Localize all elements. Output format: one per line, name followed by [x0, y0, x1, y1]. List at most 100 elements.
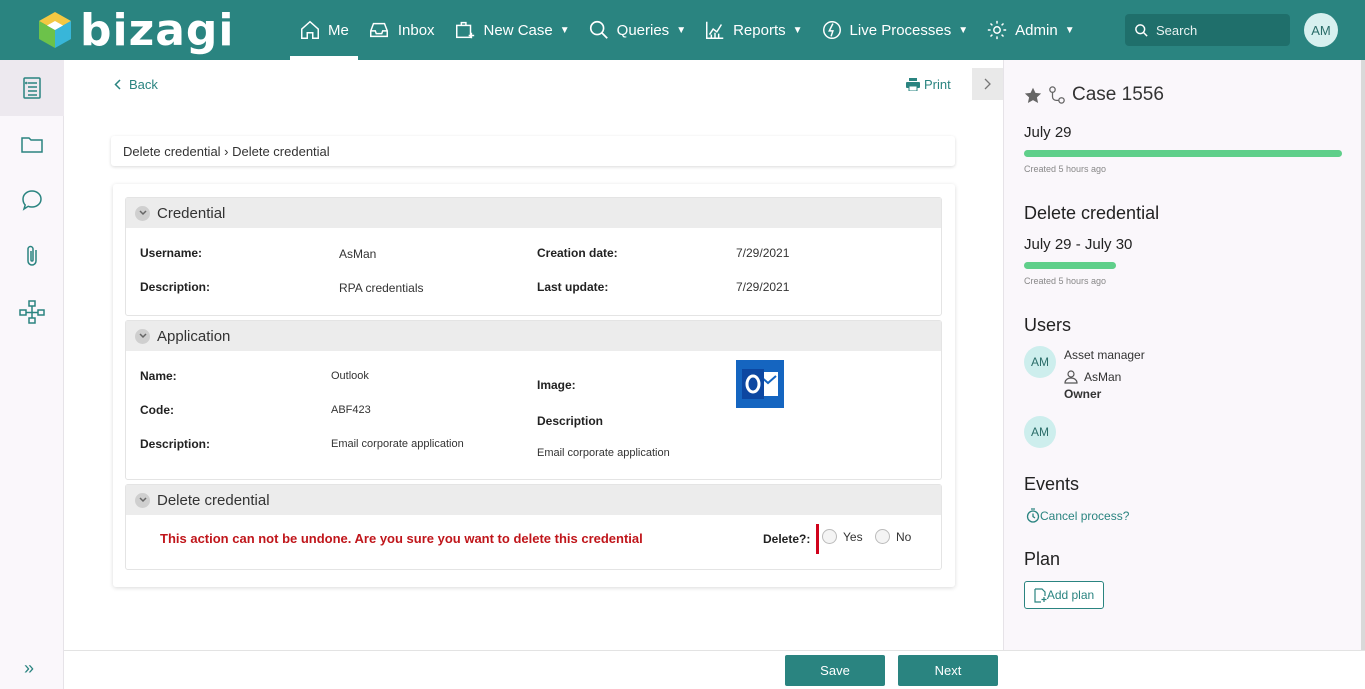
- chevron-down-icon: ▼: [792, 24, 803, 36]
- cancel-process-label: Cancel process?: [1040, 508, 1130, 523]
- chevron-down-icon: [135, 492, 150, 508]
- nav-queries[interactable]: Queries ▼: [579, 0, 695, 60]
- plan-title: Plan: [1024, 549, 1061, 569]
- next-button[interactable]: Next: [898, 655, 998, 686]
- users-title: Users: [1024, 315, 1072, 335]
- process-map-icon: [19, 300, 45, 324]
- credential-group-header[interactable]: Credential: [126, 198, 941, 228]
- new-case-icon: [455, 21, 474, 39]
- case-progress-bar: [1024, 150, 1342, 157]
- printer-icon: [906, 78, 920, 91]
- paperclip-icon: [27, 245, 37, 266]
- case-created: Created 5 hours ago: [1024, 164, 1107, 174]
- form-container: Credential Username: AsMan Creation date…: [113, 184, 955, 587]
- home-icon: [301, 20, 319, 39]
- app-code-label: Code:: [140, 403, 174, 417]
- cancel-process-link[interactable]: Cancel process?: [1026, 508, 1129, 523]
- credential-group-title: Credential: [157, 204, 226, 222]
- radio-no-circle[interactable]: [875, 529, 890, 544]
- breadcrumb: Delete credential › Delete credential: [111, 136, 955, 166]
- radio-no-label: No: [896, 529, 912, 544]
- user-name-row: AsMan: [1064, 370, 1121, 384]
- user-role: Asset manager: [1064, 348, 1145, 362]
- delete-credential-group: Delete credential This action can not be…: [125, 484, 942, 570]
- rail-item-comments[interactable]: [0, 172, 64, 228]
- process-icon: [1049, 86, 1065, 104]
- nav-me[interactable]: Me: [290, 0, 358, 60]
- app-description-value: Email corporate application: [331, 438, 464, 450]
- form-icon: [23, 77, 41, 99]
- delete-group-title: Delete credential: [157, 491, 270, 509]
- timer-icon: [1026, 508, 1040, 523]
- collapse-panel-button[interactable]: [972, 68, 1003, 100]
- print-link[interactable]: Print: [906, 77, 951, 92]
- radio-yes-label: Yes: [843, 529, 863, 544]
- nav-inbox[interactable]: Inbox: [358, 0, 444, 60]
- app-name-label: Name:: [140, 369, 177, 383]
- nav-live-processes[interactable]: Live Processes ▼: [812, 0, 978, 60]
- user-avatar[interactable]: AM: [1024, 416, 1056, 448]
- nav-inbox-label: Inbox: [397, 21, 435, 39]
- logo-text: bizagi: [80, 4, 235, 56]
- search-box[interactable]: [1125, 14, 1290, 46]
- outlook-logo-icon: [736, 360, 784, 408]
- radio-no[interactable]: No: [875, 529, 911, 544]
- main-content: Back Print Delete credential › Delete cr…: [64, 60, 1003, 650]
- username-label: Username:: [140, 246, 203, 260]
- bottom-bar: Save Next: [64, 650, 1365, 689]
- radio-yes-circle[interactable]: [822, 529, 837, 544]
- application-group-header[interactable]: Application: [126, 321, 941, 351]
- nav-queries-label: Queries: [616, 21, 670, 39]
- chevron-down-icon: [135, 205, 150, 221]
- task-title: Delete credential: [1024, 203, 1160, 223]
- bizagi-logo[interactable]: bizagi: [38, 4, 234, 56]
- save-button[interactable]: Save: [785, 655, 885, 686]
- nav-new-case[interactable]: New Case ▼: [444, 0, 579, 60]
- application-group: Application Name: Outlook Code: ABF423 D…: [125, 320, 942, 480]
- creation-date-label: Creation date:: [537, 246, 618, 260]
- credential-group: Credential Username: AsMan Creation date…: [125, 197, 942, 316]
- task-created: Created 5 hours ago: [1024, 276, 1107, 286]
- delete-group-header[interactable]: Delete credential: [126, 485, 941, 515]
- delete-question-label: Delete?:: [763, 532, 811, 546]
- description-label: Description:: [140, 280, 211, 294]
- case-date: July 29: [1024, 124, 1072, 141]
- last-update-value: 7/29/2021: [736, 280, 790, 294]
- panel-scrollbar[interactable]: [1361, 60, 1365, 650]
- app-description2-label: Description: [537, 414, 604, 428]
- delete-warning: This action can not be undone. Are you s…: [160, 531, 643, 546]
- add-plan-label: Add plan: [1046, 588, 1095, 602]
- user-avatar[interactable]: AM: [1024, 346, 1056, 378]
- chevron-down-icon: ▼: [676, 24, 687, 36]
- user-avatar[interactable]: AM: [1304, 13, 1338, 47]
- search-input[interactable]: [1156, 22, 1276, 38]
- inbox-icon: [369, 22, 388, 38]
- task-progress-bar: [1024, 262, 1116, 269]
- rail-item-process-map[interactable]: [0, 284, 64, 340]
- user-type: Owner: [1064, 387, 1102, 401]
- star-icon[interactable]: [1024, 87, 1042, 104]
- nav-new-case-label: New Case: [483, 21, 553, 39]
- chevron-left-icon: [114, 79, 121, 90]
- expand-rail-icon[interactable]: »: [24, 658, 34, 679]
- rail-item-attachments[interactable]: [0, 228, 64, 284]
- comment-icon: [22, 190, 42, 211]
- app-image-label: Image:: [537, 378, 576, 392]
- nav-admin[interactable]: Admin ▼: [977, 0, 1083, 60]
- add-document-icon: [1034, 587, 1047, 603]
- application-group-title: Application: [157, 327, 231, 345]
- chevron-down-icon: [135, 328, 150, 344]
- events-title: Events: [1024, 474, 1080, 494]
- add-plan-button[interactable]: Add plan: [1024, 581, 1104, 609]
- person-icon: [1064, 370, 1078, 384]
- last-update-label: Last update:: [537, 280, 609, 294]
- case-panel: Case 1556 July 29 Created 5 hours ago De…: [1003, 60, 1365, 650]
- radio-yes[interactable]: Yes: [822, 529, 863, 544]
- case-number: Case 1556: [1072, 84, 1164, 105]
- rail-item-folder[interactable]: [0, 116, 64, 172]
- folder-icon: [21, 137, 43, 153]
- gear-icon: [987, 20, 1007, 40]
- back-link[interactable]: Back: [114, 77, 158, 92]
- rail-item-form[interactable]: [0, 60, 64, 116]
- nav-reports[interactable]: Reports ▼: [695, 0, 811, 60]
